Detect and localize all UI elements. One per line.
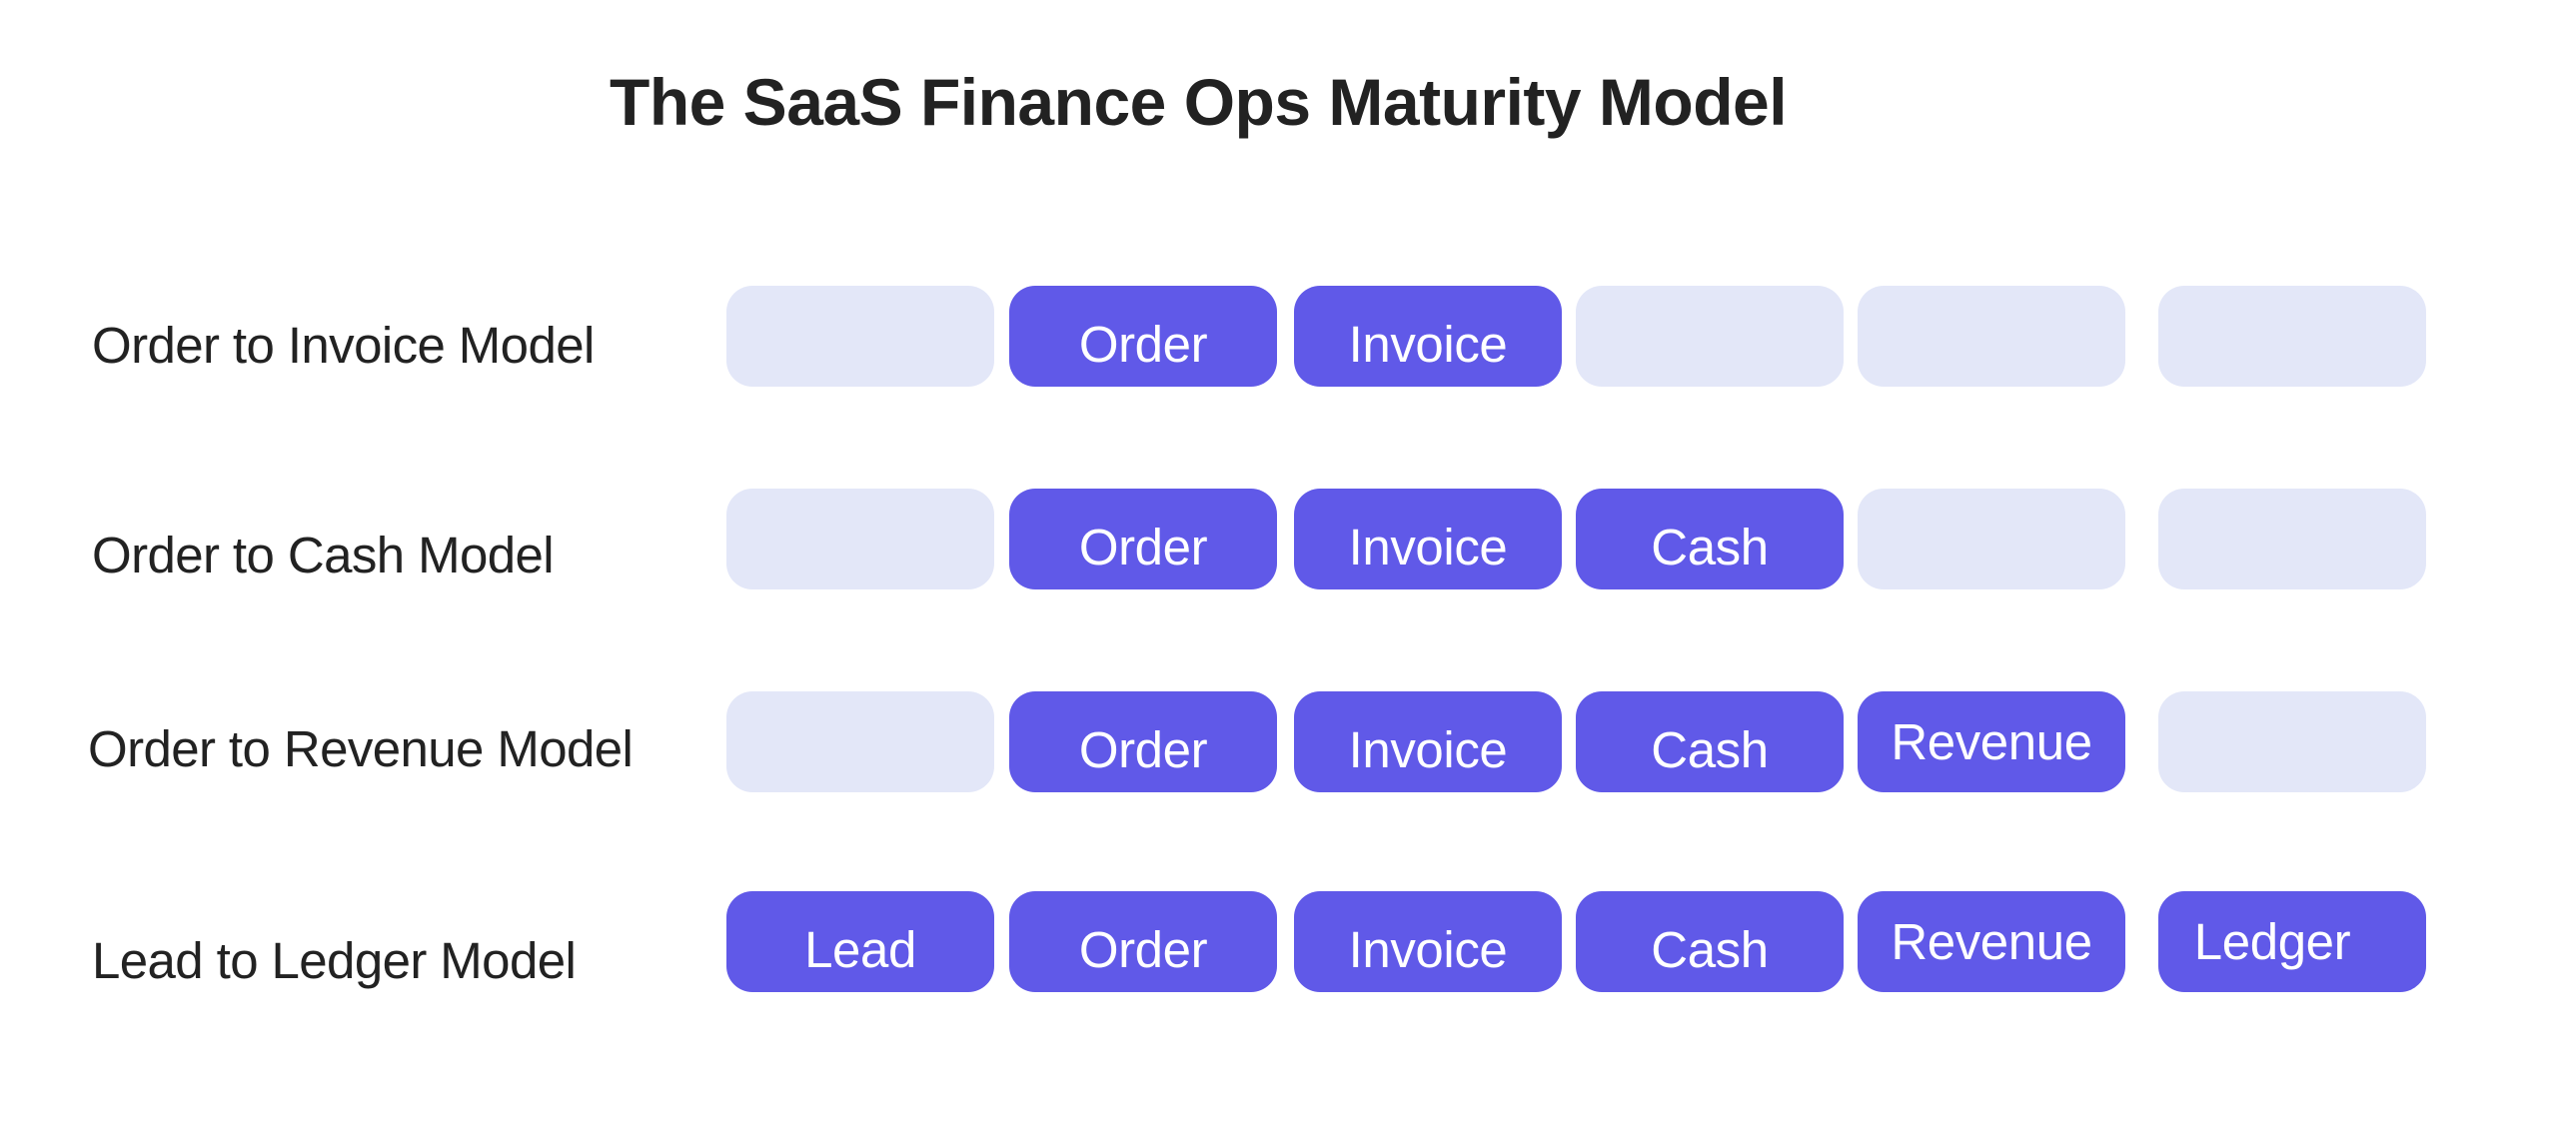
stage-cell-lead-empty: [726, 286, 994, 387]
stage-cell-order: Order: [1009, 691, 1277, 792]
stage-cell-order: Order: [1009, 489, 1277, 589]
stage-cell-lead: Lead: [726, 891, 994, 992]
row-label-lead-to-ledger: Lead to Ledger Model: [92, 932, 577, 989]
cell-text: Revenue: [1891, 713, 2092, 770]
stage-cell-revenue: Revenue: [1858, 691, 2125, 792]
stage-cell-cash: Cash: [1576, 691, 1844, 792]
cell-text: Order: [1078, 921, 1208, 978]
stage-cell-ledger-empty: [2158, 286, 2426, 387]
stage-cell-revenue-empty: [1858, 286, 2125, 387]
stage-cell-ledger-empty: [2158, 489, 2426, 589]
cell-text: Revenue: [1891, 913, 2092, 970]
stage-cell-ledger-empty: [2158, 691, 2426, 792]
row-label-order-to-revenue: Order to Revenue Model: [88, 720, 634, 777]
stage-cell-cash-empty: [1576, 286, 1844, 387]
cell-text: Cash: [1651, 519, 1769, 575]
stage-cell-lead-empty: [726, 489, 994, 589]
cell-text: Order: [1078, 519, 1208, 575]
stage-cell-invoice: Invoice: [1294, 286, 1562, 387]
stage-cell-revenue-empty: [1858, 489, 2125, 589]
stage-cell-order: Order: [1009, 891, 1277, 992]
row-label-order-to-cash: Order to Cash Model: [92, 527, 555, 583]
cell-text: Lead: [804, 921, 916, 978]
stage-cell-invoice: Invoice: [1294, 891, 1562, 992]
cell-text: Order: [1078, 721, 1208, 778]
cell-text: Ledger: [2193, 913, 2351, 970]
stage-cell-order: Order: [1009, 286, 1277, 387]
stage-cell-cash: Cash: [1576, 891, 1844, 992]
stage-cell-revenue: Revenue: [1858, 891, 2125, 992]
stage-cell-invoice: Invoice: [1294, 691, 1562, 792]
diagram-title: The SaaS Finance Ops Maturity Model: [610, 65, 1788, 139]
stage-cell-cash: Cash: [1576, 489, 1844, 589]
stage-cell-invoice: Invoice: [1294, 489, 1562, 589]
cell-text: Invoice: [1348, 921, 1508, 978]
cell-text: Invoice: [1348, 316, 1508, 373]
cell-text: Cash: [1651, 921, 1769, 978]
row-label-order-to-invoice: Order to Invoice Model: [92, 317, 595, 374]
cell-text: Invoice: [1348, 519, 1508, 575]
cell-text: Order: [1078, 316, 1208, 373]
cell-text: Cash: [1651, 721, 1769, 778]
cell-text: Invoice: [1348, 721, 1508, 778]
stage-cell-ledger: Ledger: [2158, 891, 2426, 992]
stage-cell-lead-empty: [726, 691, 994, 792]
